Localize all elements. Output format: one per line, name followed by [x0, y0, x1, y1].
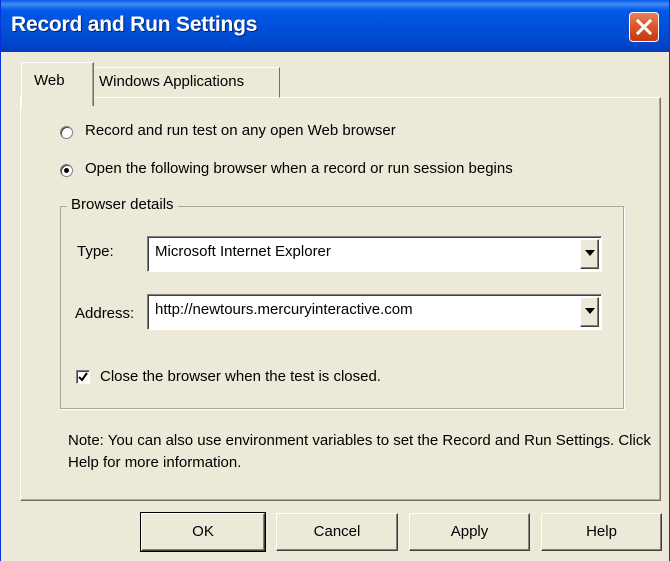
tab-windows-applications[interactable]: Windows Applications — [94, 67, 280, 98]
cancel-button[interactable]: Cancel — [276, 513, 398, 551]
address-value: http://newtours.mercuryinteractive.com — [155, 301, 413, 318]
radio-any-browser[interactable] — [60, 126, 73, 139]
radio-any-browser-label[interactable]: Record and run test on any open Web brow… — [85, 122, 396, 139]
close-button[interactable] — [629, 12, 659, 42]
checkmark-icon — [78, 372, 88, 382]
radio-selected-dot — [64, 168, 69, 173]
tab-windows-applications-label: Windows Applications — [99, 73, 245, 90]
close-icon — [636, 19, 652, 35]
chevron-down-icon — [585, 250, 595, 256]
note-text: Note: You can also use environment varia… — [68, 432, 651, 471]
title-bar[interactable]: Record and Run Settings — [1, 0, 669, 52]
tab-web-label: Web — [34, 72, 65, 89]
help-button[interactable]: Help — [541, 513, 662, 551]
browser-type-select[interactable]: Microsoft Internet Explorer — [147, 236, 602, 272]
browser-type-value: Microsoft Internet Explorer — [155, 243, 331, 260]
browser-details-title: Browser details — [67, 196, 178, 213]
close-browser-checkbox[interactable] — [76, 370, 90, 384]
radio-open-browser[interactable] — [60, 164, 73, 177]
tab-web[interactable]: Web — [21, 62, 94, 106]
window-title: Record and Run Settings — [11, 13, 258, 36]
type-label: Type: — [77, 243, 114, 260]
radio-open-browser-label[interactable]: Open the following browser when a record… — [85, 160, 513, 177]
dialog-window: Record and Run Settings Web Windows Appl… — [0, 0, 670, 561]
ok-button[interactable]: OK — [140, 512, 266, 552]
browser-type-dropdown-button[interactable] — [580, 239, 599, 269]
address-dropdown-button[interactable] — [580, 297, 599, 327]
apply-button[interactable]: Apply — [409, 513, 530, 551]
chevron-down-icon — [585, 308, 595, 314]
address-combobox[interactable]: http://newtours.mercuryinteractive.com — [147, 294, 602, 330]
close-browser-label[interactable]: Close the browser when the test is close… — [100, 368, 381, 385]
address-label: Address: — [75, 305, 135, 322]
